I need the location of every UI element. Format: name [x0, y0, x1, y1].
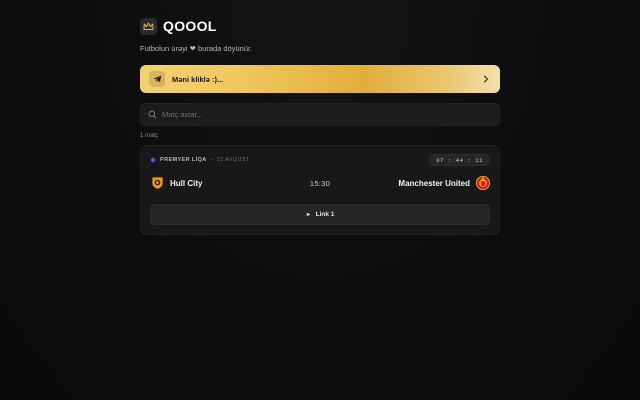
- manchester-united-crest-icon: [476, 176, 490, 190]
- countdown-timer: 07 : 44 : 11: [429, 154, 490, 166]
- home-team: Hull City: [150, 176, 290, 190]
- hull-city-crest-icon: [150, 176, 164, 190]
- home-team-name: Hull City: [170, 178, 203, 188]
- app-container: QOOOL Futbolun ürəyi ❤ burada döyünür. M…: [140, 14, 500, 235]
- league-name: PREMYER LİQA: [160, 157, 207, 163]
- match-card: PREMYER LİQA • 22 AVQUST 07 : 44 : 11 Hu…: [140, 145, 500, 235]
- telegram-banner-button[interactable]: Məni kliklə :)...: [140, 65, 500, 93]
- match-teams-row: Hull City 15:30 Manchester United: [150, 172, 490, 194]
- crown-icon: [140, 17, 157, 35]
- match-count: 1 matç: [140, 133, 159, 139]
- stream-link-label: Link 1: [315, 211, 335, 218]
- match-card-header: PREMYER LİQA • 22 AVQUST 07 : 44 : 11: [150, 154, 490, 166]
- search-icon: [148, 110, 157, 119]
- stream-link-button[interactable]: Link 1: [150, 204, 490, 225]
- away-team: Manchester United: [350, 176, 490, 190]
- tagline: Futbolun ürəyi ❤ burada döyünür.: [140, 44, 253, 53]
- play-icon: [306, 212, 311, 217]
- brand-header: QOOOL: [140, 14, 500, 38]
- search-input[interactable]: [162, 110, 492, 119]
- away-team-name: Manchester United: [398, 178, 470, 188]
- brand-title: QOOOL: [163, 18, 217, 34]
- league-date-separator: •: [210, 157, 213, 163]
- match-date: 22 AVQUST: [216, 157, 250, 163]
- search-bar[interactable]: [140, 103, 500, 126]
- premier-league-icon: [150, 157, 156, 163]
- telegram-icon: [149, 71, 165, 87]
- kickoff-time: 15:30: [309, 178, 331, 188]
- chevron-right-icon: [481, 74, 491, 84]
- banner-label: Məni kliklə :)...: [172, 74, 224, 84]
